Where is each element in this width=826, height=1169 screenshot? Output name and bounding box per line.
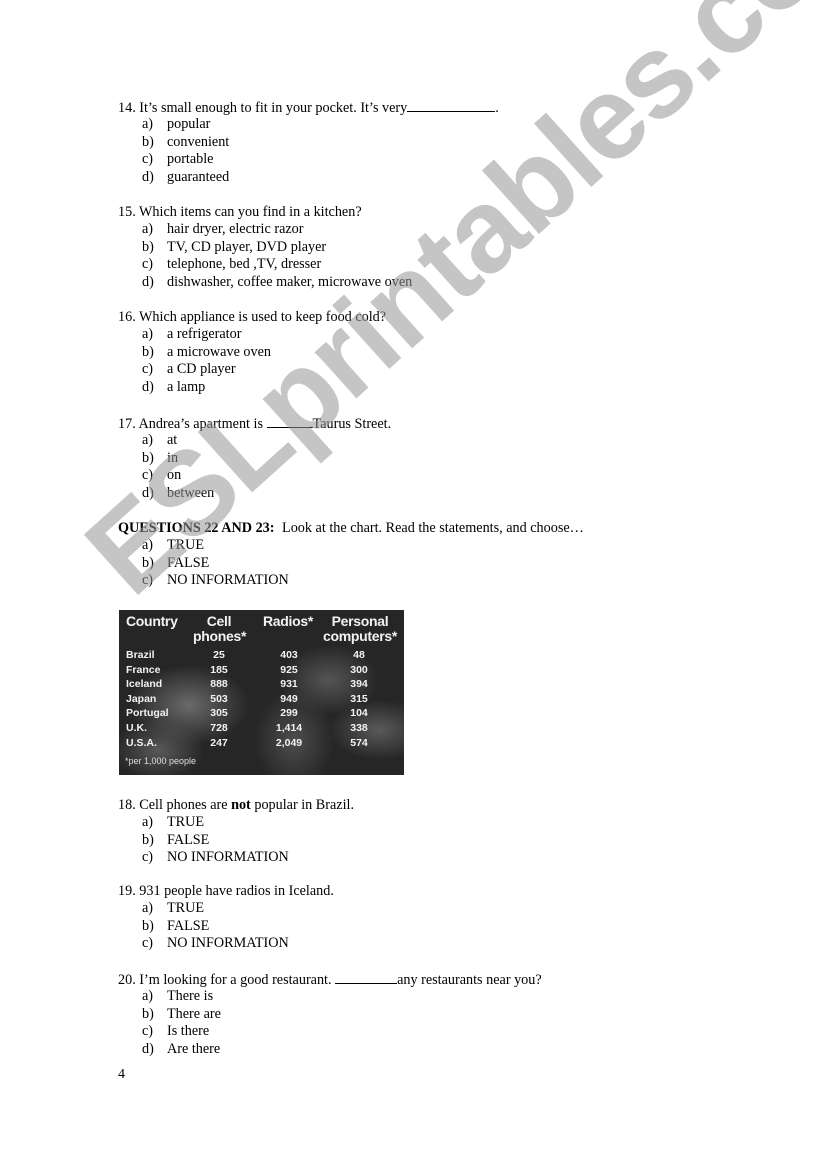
question-stem: 19. 931 people have radios in Iceland. [118, 882, 334, 900]
question-emphasis: not [231, 797, 251, 813]
page-number: 4 [118, 1067, 125, 1082]
option-b: b) convenient [142, 133, 230, 150]
question-text: Andrea’s apartment is [138, 416, 264, 432]
option-b: b) FALSE [142, 831, 210, 848]
option-c: c) on [142, 467, 182, 484]
option-a: a) TRUE [142, 537, 205, 553]
option-a: a) a refrigerator [142, 326, 242, 342]
answer-blank [407, 98, 496, 112]
question-stem: 16. Which appliance is used to keep food… [118, 308, 386, 326]
header-cell-phones: Cell phones* [193, 613, 247, 644]
question-text-end: any restaurants near you? [397, 972, 542, 988]
question-number: 17. [118, 416, 136, 432]
appliance-ownership-chart-image: Country Cell phones* Radios* Personal comp… [119, 610, 404, 775]
question-text-end: Taurus Street. [312, 416, 392, 432]
question-text: I’m looking for a good restaurant. [139, 972, 332, 988]
question-number: 18. [118, 797, 136, 813]
question-text: Which appliance is used to keep food col… [139, 309, 387, 325]
question-stem: 14. It’s small enough to fit in your poc… [118, 98, 499, 116]
table-row: Japan 503 949 315 [126, 692, 368, 705]
option-b: b) FALSE [142, 554, 210, 571]
question-number: 19. [118, 883, 136, 899]
chart-footnote: *per 1,000 people [125, 756, 197, 766]
option-c: c) telephone, bed ,TV, dresser [142, 256, 322, 273]
table-row: Iceland 888 931 394 [126, 678, 368, 691]
table-row: Portugal 305 299 104 [126, 707, 368, 720]
section-heading-line: QUESTIONS 22 AND 23: Look at the chart. … [118, 519, 584, 537]
option-c: c) NO INFORMATION [142, 935, 289, 952]
table-row: U.S.A. 247 2,049 574 [126, 736, 368, 749]
section-instruction: Look at the chart. Read the statements, … [282, 520, 584, 536]
option-d: d) dishwasher, coffee maker, microwave ov… [142, 273, 413, 290]
question-text-end: popular in Brazil. [254, 797, 355, 813]
question-stem: 15. Which items can you find in a kitche… [118, 203, 412, 221]
option-d: d) guaranteed [142, 168, 230, 185]
option-b: b) There are [142, 1005, 221, 1022]
question-number: 15. [118, 204, 136, 220]
option-b: b) in [142, 449, 179, 466]
question-14: 14. It’s small enough to fit in your poc… [118, 98, 499, 186]
header-country: Country [126, 613, 178, 629]
option-a: a) TRUE [142, 900, 205, 916]
question-text-end: . [495, 100, 499, 116]
answer-blank [335, 970, 398, 984]
option-a: a) at [142, 432, 178, 448]
option-c: c) portable [142, 151, 214, 168]
question-20: 20. I’m looking for a good restaurant. a… [118, 970, 542, 1058]
option-b: b) a microwave oven [142, 343, 271, 360]
question-text: It’s small enough to fit in your pocket.… [139, 100, 408, 116]
option-a: a) popular [142, 116, 211, 132]
option-a: a) There is [142, 988, 214, 1004]
option-c: c) NO INFORMATION [142, 572, 289, 589]
option-d: d) a lamp [142, 378, 206, 395]
option-c: c) a CD player [142, 361, 236, 378]
option-a: a) TRUE [142, 814, 205, 830]
section-heading: QUESTIONS 22 AND 23: [118, 520, 275, 536]
question-text: Which items can you find in a kitchen? [139, 204, 362, 220]
header-radios: Radios* [262, 613, 314, 629]
table-row: France 185 925 300 [126, 663, 368, 676]
question-text: Cell phones are [139, 797, 228, 813]
option-b: b) FALSE [142, 917, 210, 934]
option-a: a) hair dryer, electric razor [142, 221, 304, 237]
question-number: 16. [118, 309, 136, 325]
question-text: 931 people have radios in Iceland. [139, 883, 334, 899]
question-stem: 17. Andrea’s apartment is Taurus Street. [118, 414, 391, 432]
option-c: c) Is there [142, 1023, 210, 1040]
option-d: d) Are there [142, 1040, 221, 1057]
option-d: d) between [142, 484, 215, 501]
option-c: c) NO INFORMATION [142, 849, 289, 866]
question-19: 19. 931 people have radios in Iceland. a… [118, 882, 334, 953]
option-b: b) TV, CD player, DVD player [142, 238, 327, 255]
section-questions-22-23: QUESTIONS 22 AND 23: Look at the chart. … [118, 519, 584, 590]
question-number: 20. [118, 972, 136, 988]
question-17: 17. Andrea’s apartment is Taurus Street.… [118, 414, 391, 502]
question-stem: 20. I’m looking for a good restaurant. a… [118, 970, 542, 988]
question-stem: 18. Cell phones are not popular in Brazi… [118, 796, 354, 814]
question-number: 14. [118, 100, 136, 116]
question-16: 16. Which appliance is used to keep food… [118, 308, 386, 396]
table-row: Brazil 25 403 48 [126, 649, 365, 661]
header-personal-computers: Personal computers* [322, 613, 398, 644]
table-row: U.K. 728 1,414 338 [126, 722, 368, 734]
question-15: 15. Which items can you find in a kitche… [118, 203, 412, 291]
worksheet-page: 14. It’s small enough to fit in your poc… [0, 0, 826, 1169]
question-18: 18. Cell phones are not popular in Brazi… [118, 796, 354, 867]
answer-blank [266, 414, 313, 428]
